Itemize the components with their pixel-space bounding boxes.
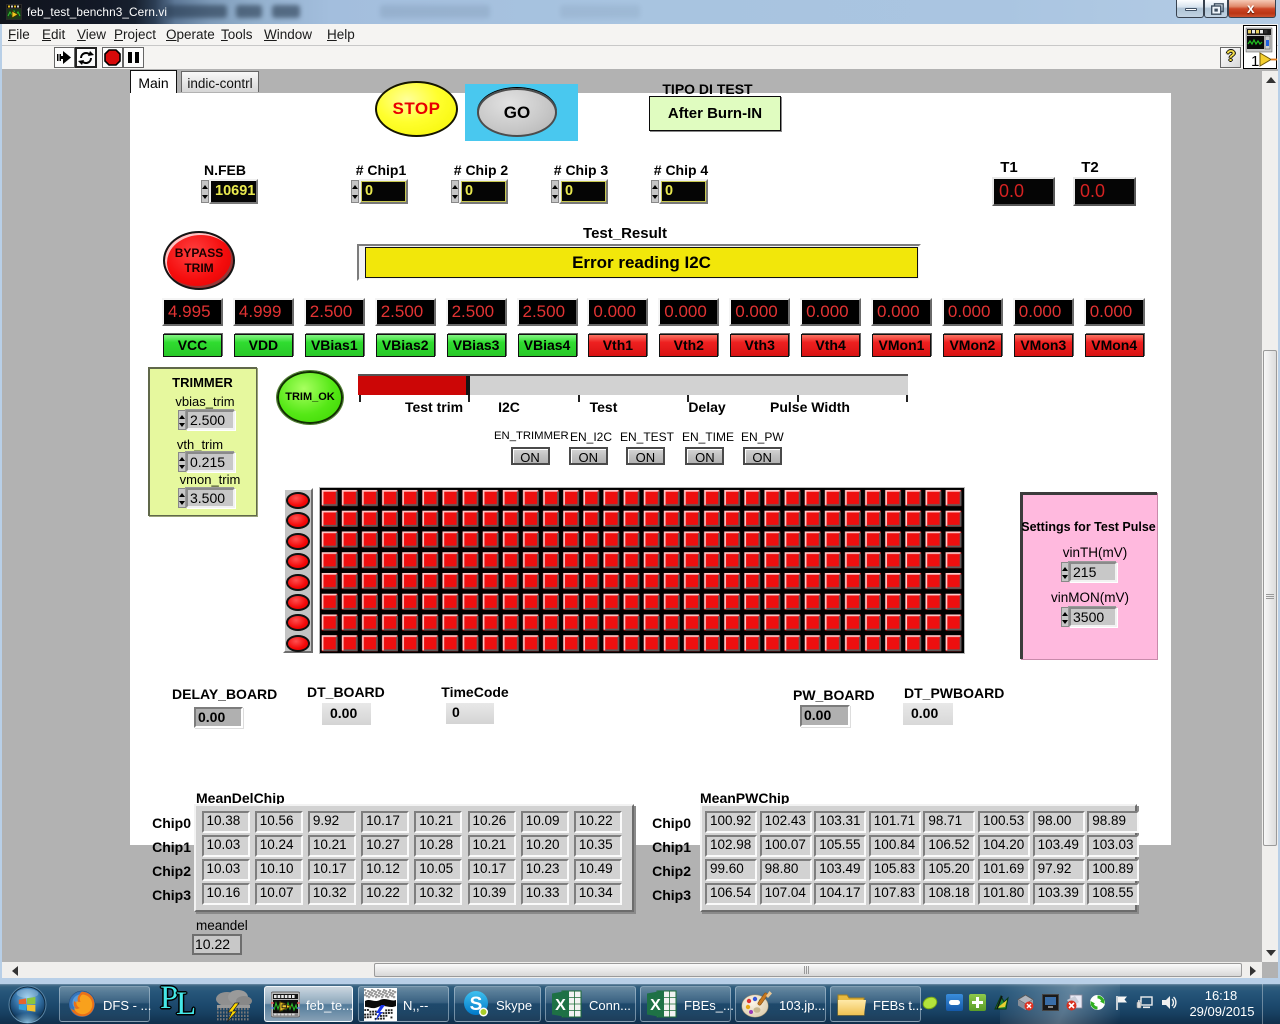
svg-text:1: 1 bbox=[1251, 53, 1259, 69]
svg-text:X: X bbox=[650, 997, 661, 1014]
svg-text:X: X bbox=[555, 997, 566, 1014]
